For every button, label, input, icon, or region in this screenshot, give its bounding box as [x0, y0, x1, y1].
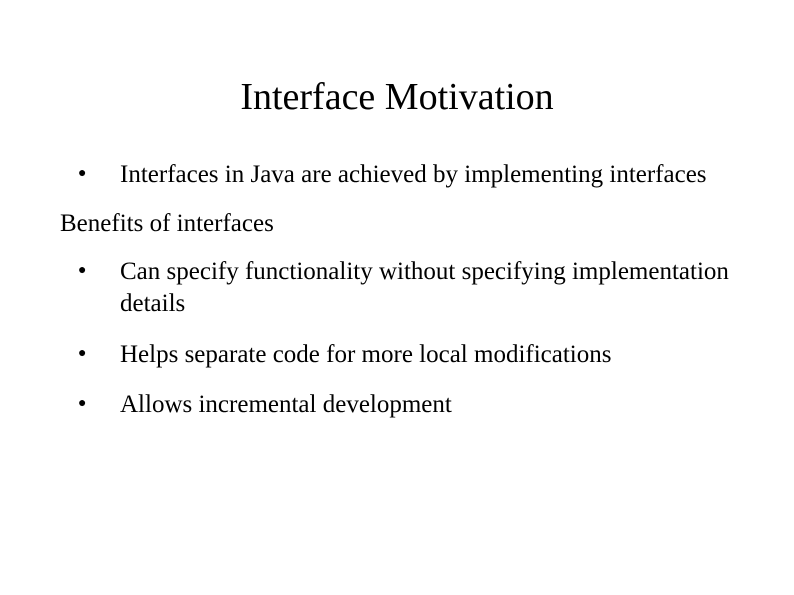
benefits-bullet-list: Can specify functionality without specif…	[78, 256, 734, 422]
list-item: Helps separate code for more local modif…	[78, 339, 734, 372]
top-bullet-list: Interfaces in Java are achieved by imple…	[78, 159, 734, 192]
list-item: Allows incremental development	[78, 389, 734, 422]
benefits-subheading: Benefits of interfaces	[60, 210, 734, 238]
list-item: Interfaces in Java are achieved by imple…	[78, 159, 734, 192]
slide-content: Interfaces in Java are achieved by imple…	[60, 159, 734, 422]
slide-title: Interface Motivation	[60, 75, 734, 119]
list-item: Can specify functionality without specif…	[78, 256, 734, 321]
